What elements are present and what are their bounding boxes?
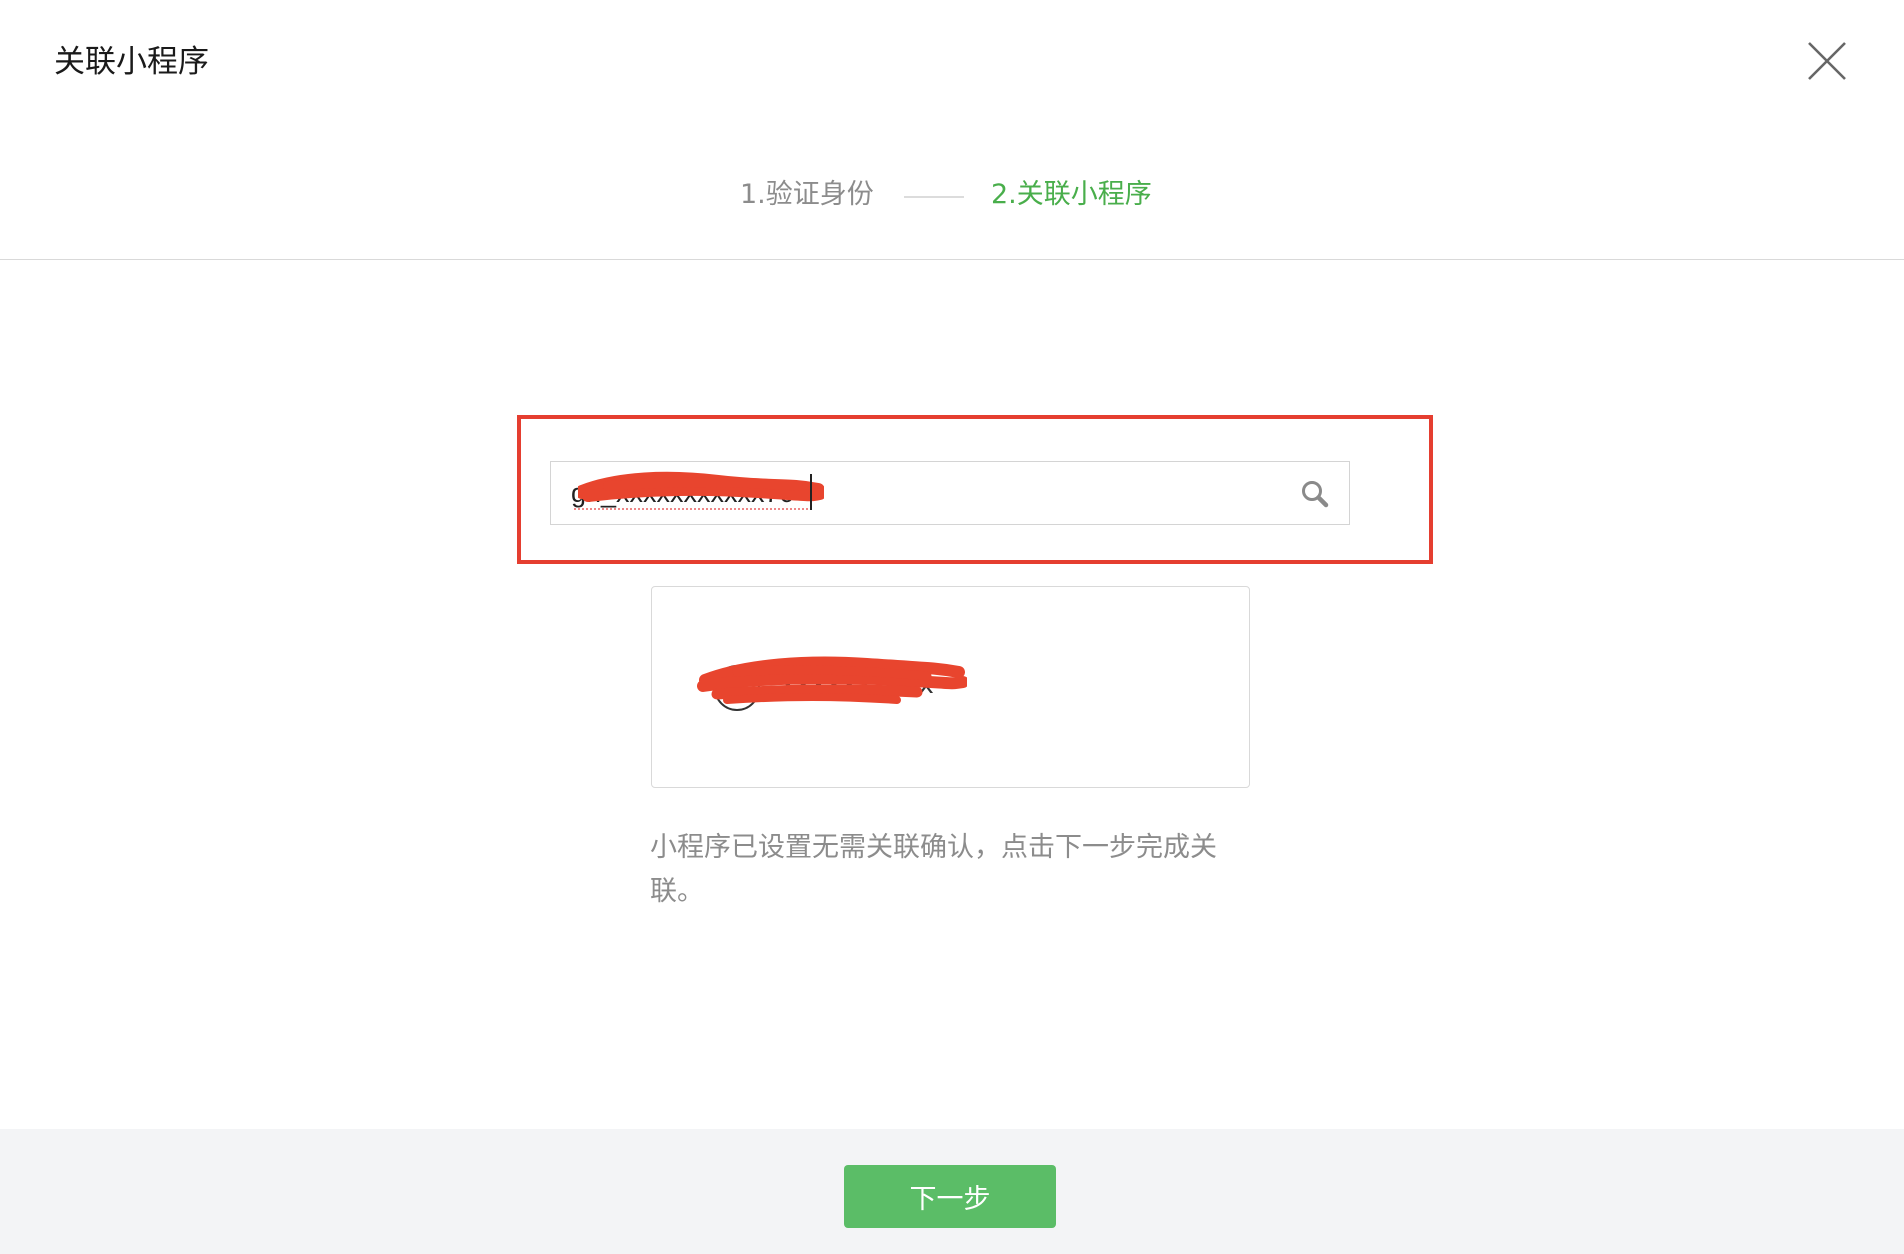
spellcheck-underline	[574, 508, 812, 510]
text-cursor	[810, 474, 812, 510]
redaction-scribble	[697, 656, 967, 704]
dialog-title: 关联小程序	[54, 44, 209, 80]
link-miniprogram-dialog: 关联小程序 1.验证身份 2.关联小程序 xxxxxxxxxx	[0, 0, 1904, 1254]
step-connector	[904, 196, 964, 198]
header-divider	[0, 259, 1904, 260]
dialog-header: 关联小程序	[0, 0, 1904, 130]
step-verify-identity: 1.验证身份	[740, 179, 874, 210]
search-icon[interactable]	[1299, 478, 1331, 510]
close-button[interactable]	[1806, 40, 1848, 82]
step-link-miniprogram: 2.关联小程序	[991, 179, 1152, 210]
step-indicator: 1.验证身份 2.关联小程序	[0, 170, 1904, 220]
confirmation-hint: 小程序已设置无需关联确认，点击下一步完成关联。	[650, 832, 1217, 907]
next-step-button[interactable]: 下一步	[844, 1165, 1056, 1228]
redaction-scribble	[578, 471, 824, 502]
close-icon	[1808, 42, 1846, 80]
